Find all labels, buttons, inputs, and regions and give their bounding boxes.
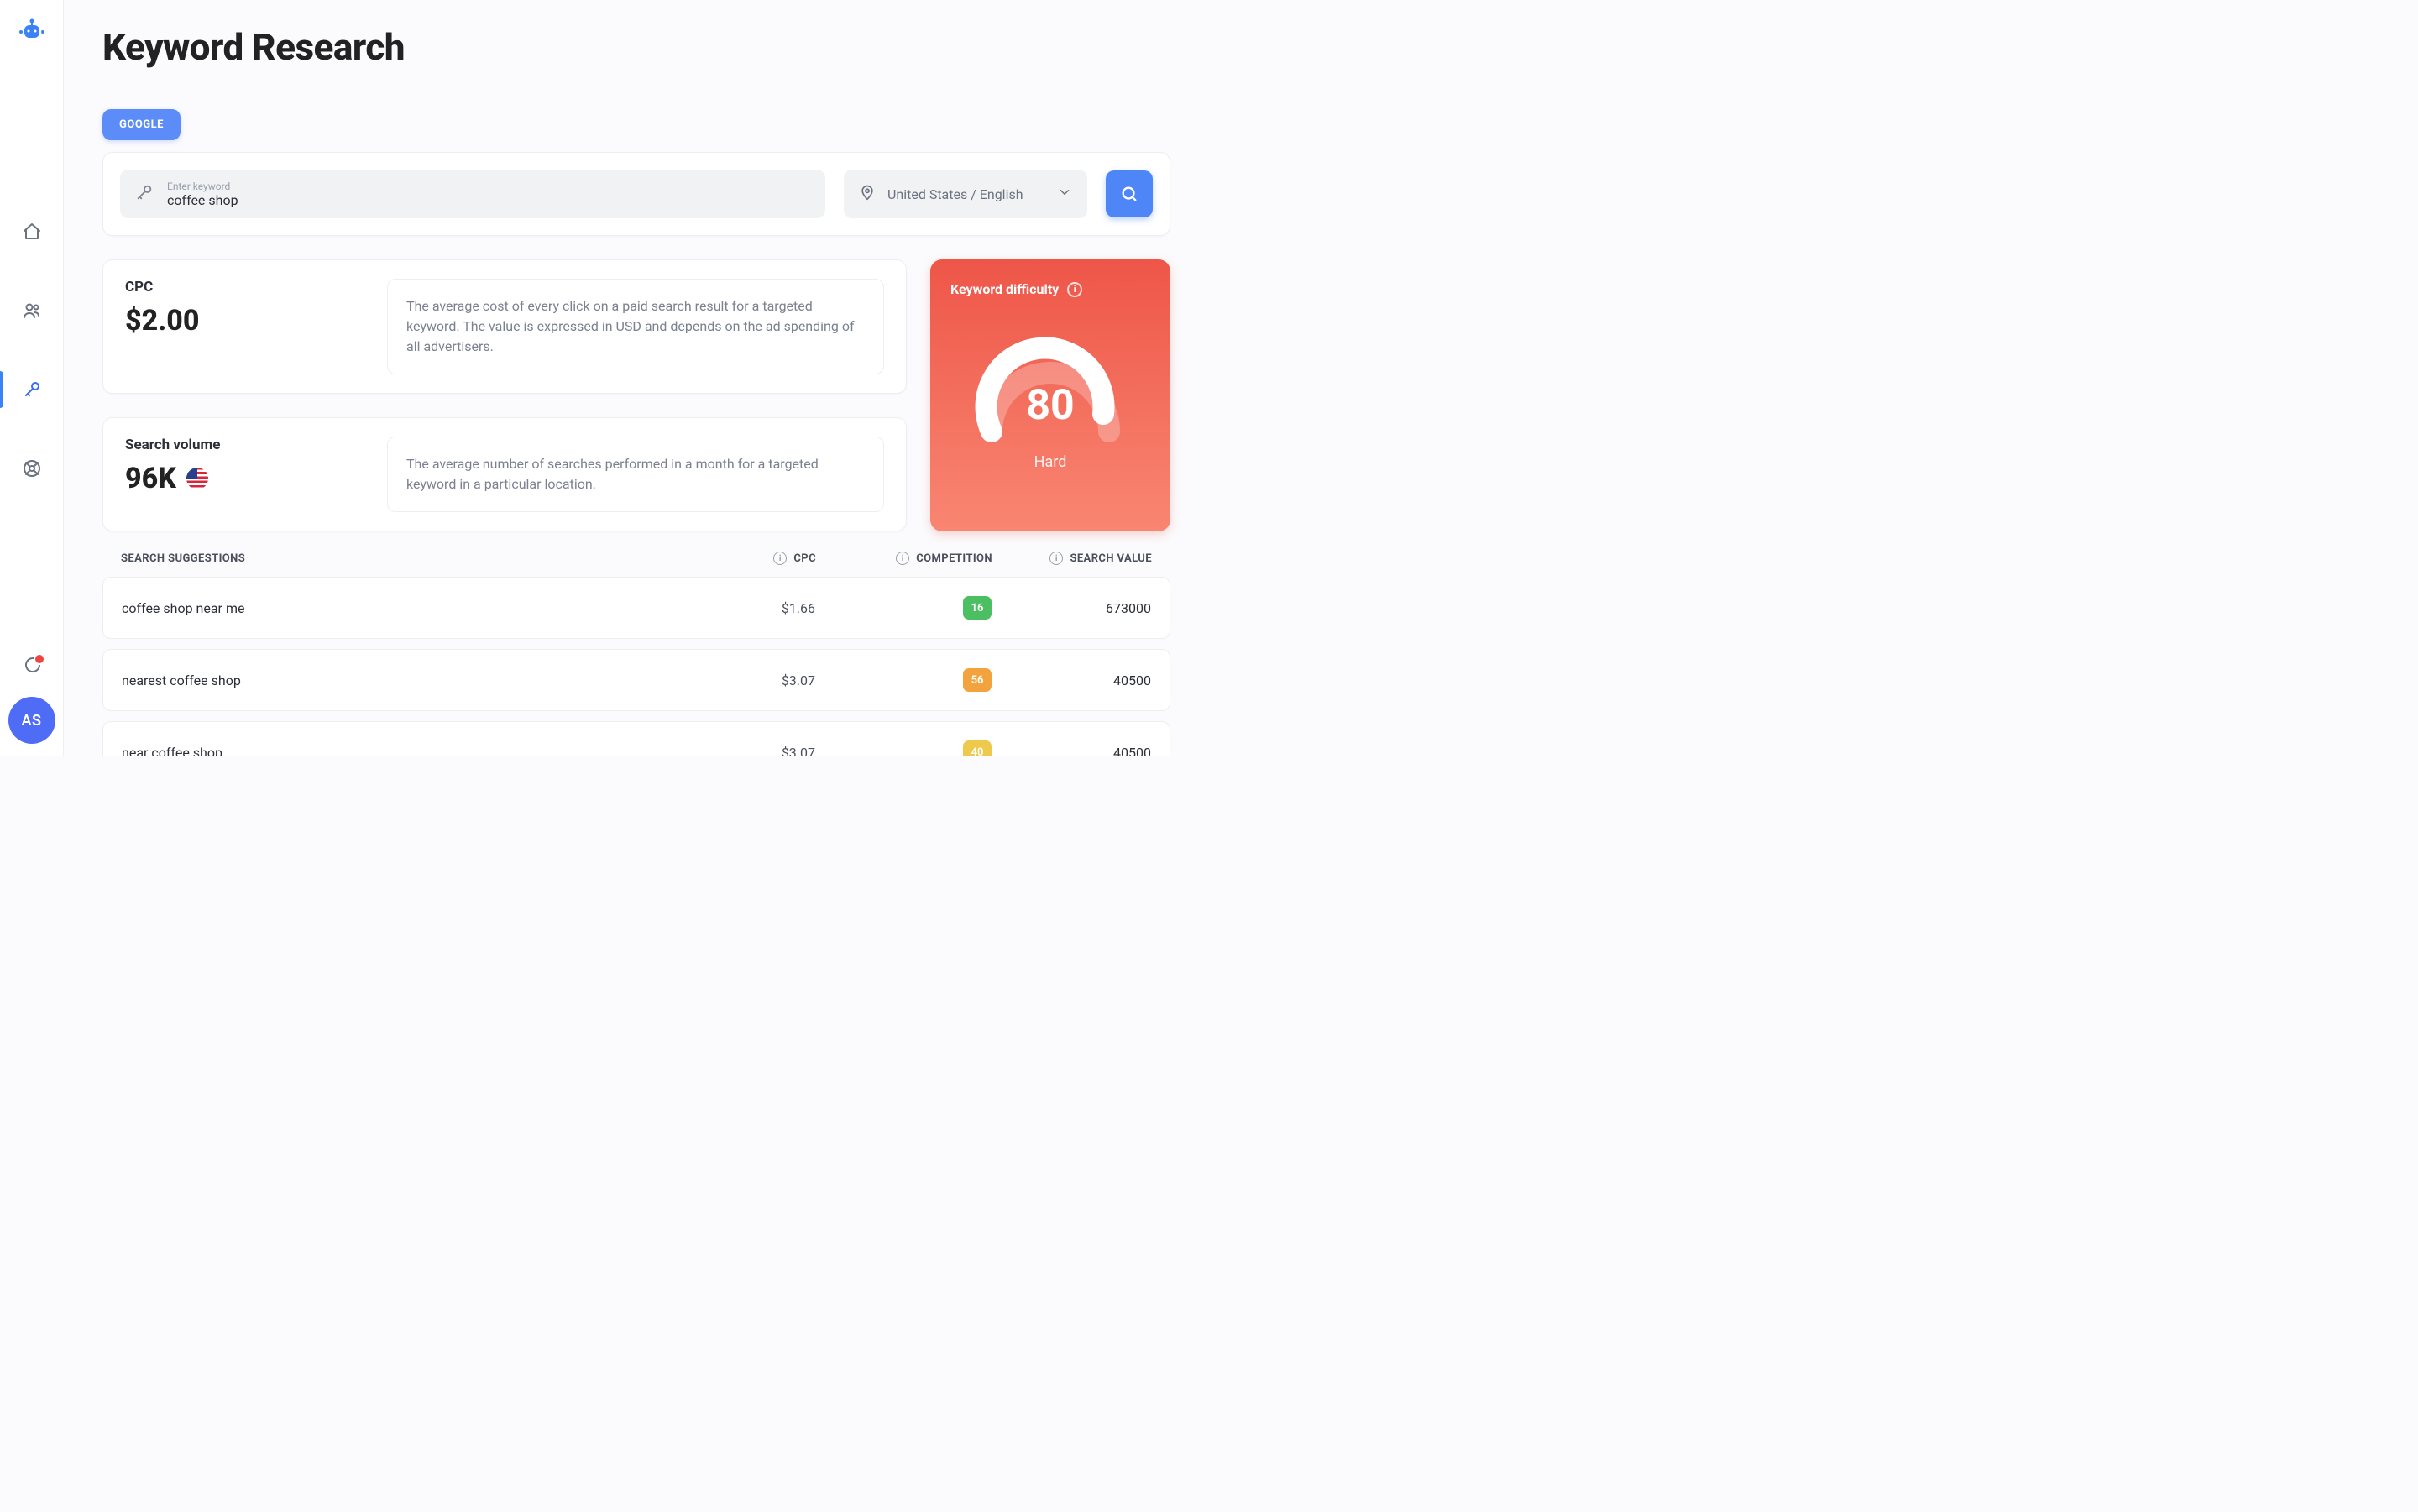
keyword-input-label: Enter keyword — [167, 180, 238, 192]
keyword-input-value: coffee shop — [167, 192, 238, 208]
competition-badge: 16 — [963, 596, 992, 620]
suggestion-cpc: $3.07 — [706, 672, 815, 688]
col-suggestions: SEARCH SUGGESTIONS — [121, 552, 707, 565]
col-competition: COMPETITION — [916, 552, 992, 565]
suggestion-search-value: 673000 — [992, 600, 1151, 616]
table-row[interactable]: nearest coffee shop$3.07 5640500 — [102, 649, 1170, 711]
pin-icon — [859, 184, 876, 204]
app-logo — [17, 15, 47, 45]
suggestion-cpc: $1.66 — [706, 600, 815, 616]
search-button[interactable] — [1106, 170, 1153, 217]
info-icon[interactable]: i — [1067, 282, 1082, 297]
info-icon[interactable]: i — [773, 552, 787, 565]
search-engine-chip[interactable]: GOOGLE — [102, 109, 181, 140]
nav-people[interactable] — [0, 292, 64, 329]
table-row[interactable]: near coffee shop$3.07 4040500 — [102, 721, 1170, 756]
us-flag-icon — [186, 468, 208, 489]
region-select[interactable]: United States / English — [844, 170, 1087, 218]
volume-card: Search volume 96K The average number of … — [102, 417, 907, 531]
info-icon[interactable]: i — [896, 552, 909, 565]
difficulty-label: Hard — [1034, 453, 1067, 471]
suggestion-cpc: $3.07 — [706, 745, 815, 756]
suggestion-keyword: nearest coffee shop — [122, 672, 706, 688]
main-content: Keyword Research GOOGLE Enter keyword co… — [64, 0, 1209, 756]
sidebar-nav — [0, 213, 64, 487]
difficulty-card: Keyword difficulty i 80 Hard — [930, 259, 1170, 531]
suggestion-search-value: 40500 — [992, 745, 1151, 756]
chat-icon[interactable] — [22, 655, 42, 675]
nav-keyword-research[interactable] — [0, 371, 64, 408]
cpc-label: CPC — [125, 279, 369, 296]
suggestion-search-value: 40500 — [992, 672, 1151, 688]
suggestion-keyword: near coffee shop — [122, 745, 706, 756]
nav-home[interactable] — [0, 213, 64, 250]
suggestion-keyword: coffee shop near me — [122, 600, 706, 616]
nav-support[interactable] — [0, 450, 64, 487]
table-header: SEARCH SUGGESTIONS i CPC i COMPETITION i SE… — [102, 531, 1170, 577]
sidebar: AS — [0, 0, 64, 756]
difficulty-score: 80 — [966, 381, 1134, 430]
suggestion-rows: coffee shop near me$1.66 16673000 nearest … — [102, 577, 1170, 756]
cpc-description: The average cost of every click on a pai… — [387, 279, 884, 374]
keyword-input[interactable]: Enter keyword coffee shop — [120, 170, 825, 218]
region-label: United States / English — [887, 186, 1023, 202]
info-icon[interactable]: i — [1049, 552, 1063, 565]
competition-badge: 56 — [963, 668, 992, 692]
table-row[interactable]: coffee shop near me$1.66 16673000 — [102, 577, 1170, 639]
page-title: Keyword Research — [102, 25, 1170, 69]
volume-description: The average number of searches performed… — [387, 437, 884, 512]
difficulty-title: Keyword difficulty — [950, 281, 1059, 297]
col-search-value: SEARCH VALUE — [1070, 552, 1152, 565]
difficulty-gauge: 80 — [966, 322, 1134, 448]
competition-badge: 40 — [963, 740, 992, 756]
chevron-down-icon — [1057, 185, 1072, 203]
cpc-card: CPC $2.00 The average cost of every clic… — [102, 259, 907, 394]
search-panel: Enter keyword coffee shop United States … — [102, 152, 1170, 236]
col-cpc: CPC — [793, 552, 816, 565]
volume-label: Search volume — [125, 437, 369, 453]
cpc-value: $2.00 — [125, 304, 369, 337]
volume-value: 96K — [125, 462, 176, 495]
user-avatar[interactable]: AS — [8, 697, 55, 744]
key-icon — [135, 183, 154, 205]
